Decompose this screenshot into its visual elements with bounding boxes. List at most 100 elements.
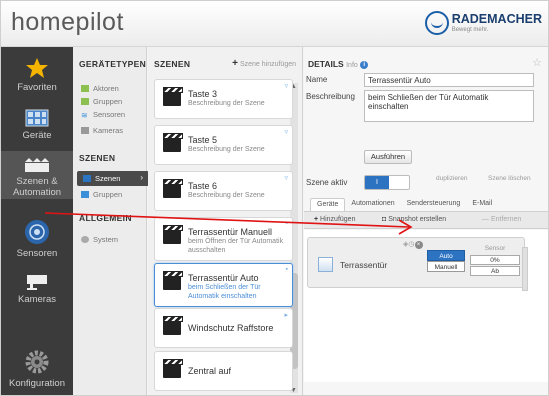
group-scene-icon	[81, 191, 89, 198]
duplicate-scene-link[interactable]: duplizieren	[436, 175, 467, 182]
sidebar-item-label: Kameras	[17, 294, 56, 305]
chevron-right-icon: ›	[140, 173, 143, 182]
tab-sendersteuerung[interactable]: Sendersteuerung	[401, 198, 467, 211]
sidebar-item-favoriten[interactable]: Favoriten	[1, 57, 73, 93]
category-item-aktoren[interactable]: Aktoren	[81, 84, 119, 93]
brand-name: RADEMACHER	[451, 11, 542, 26]
plus-icon: +	[232, 58, 238, 69]
category-item-szenen-gruppen[interactable]: Gruppen	[81, 190, 122, 199]
info-icon[interactable]: i	[360, 60, 369, 69]
camera-icon	[27, 275, 47, 290]
lock-icon: ▪	[285, 220, 288, 227]
clock-icon[interactable]: ◷	[408, 241, 414, 248]
scene-card-zentral-auf[interactable]: Zentral auf	[154, 351, 293, 391]
rademacher-logo-icon	[424, 11, 449, 35]
lock-icon: ▪	[285, 266, 288, 273]
star-icon	[26, 58, 48, 78]
device-card-terrassentuer[interactable]: Terrassentür ◈◷ × Auto Manuell Sensor 0% …	[307, 237, 528, 291]
remove-device-button[interactable]: — Entfernen	[482, 216, 521, 223]
device-name: Terrassentür	[340, 260, 388, 270]
sidebar-item-kameras[interactable]: Kameras	[1, 273, 73, 305]
sidebar-item-sensoren[interactable]: Sensoren	[1, 219, 73, 259]
sensor-label: Sensor	[484, 245, 506, 252]
category-heading-scenes: SZENEN	[79, 153, 116, 163]
snapshot-button[interactable]: ◘ Snapshot erstellen	[382, 216, 446, 223]
toggle-on-indicator: I	[365, 176, 389, 189]
scene-title: Terrassentür Manuell	[188, 227, 273, 237]
details-panel: DETAILS Info i ☆ Name Beschreibung beim …	[304, 47, 548, 395]
sidebar-item-konfiguration[interactable]: Konfiguration	[1, 349, 73, 389]
scene-active-toggle[interactable]: I	[364, 175, 410, 190]
camera-small-icon: ◘	[382, 216, 387, 223]
category-item-szenen[interactable]: Szenen ›	[77, 171, 149, 186]
flag-icon: ▿	[284, 129, 288, 136]
sensor-icon	[25, 220, 49, 244]
scene-card-taste-6[interactable]: Taste 6 Beschreibung der Szene ▿	[154, 171, 293, 211]
sidebar-item-label: Sensoren	[16, 248, 58, 259]
device-scrollbar[interactable]	[522, 247, 528, 291]
scene-title: Zentral auf	[188, 366, 232, 376]
header-bar: homepilot RADEMACHER Bewegt mehr.	[1, 1, 548, 47]
devices-icon	[25, 109, 49, 127]
category-heading-general: ALLGEMEIN	[79, 213, 132, 223]
tab-automationen[interactable]: Automationen	[345, 198, 400, 211]
close-icon[interactable]: ×	[414, 241, 423, 249]
scene-card-taste-3[interactable]: Taste 3 Beschreibung der Szene ▿	[154, 79, 293, 119]
category-heading-types: GERÄTETYPEN	[79, 59, 147, 69]
description-field[interactable]: beim Schließen der Tür Automatik einscha…	[364, 90, 534, 122]
favorite-star-icon[interactable]: ☆	[532, 56, 542, 69]
clapperboard-icon	[163, 271, 183, 290]
plus-icon: +	[314, 216, 319, 223]
mode-buttons: Auto Manuell	[427, 250, 465, 272]
category-panel: GERÄTETYPEN Aktoren Gruppen ≋ Sensoren K…	[73, 47, 149, 395]
sidebar-item-label: Favoriten	[17, 82, 57, 93]
add-scene-button[interactable]: + Szene hinzufügen	[232, 58, 296, 69]
system-gear-icon	[81, 236, 89, 243]
flag-icon: ▸	[284, 312, 288, 319]
scene-card-terrassentuer-manuell[interactable]: Terrassentür Manuell beim Öffnen der Tür…	[154, 217, 293, 261]
sidebar-item-szenen[interactable]: Szenen & Automation	[1, 151, 73, 199]
category-item-gruppen[interactable]: Gruppen	[81, 97, 122, 106]
sensor-open-button[interactable]: 0%	[470, 255, 520, 265]
details-tabs: Geräte Automationen Sendersteuerung E-Ma…	[310, 198, 498, 212]
sensor-down-button[interactable]: Ab	[470, 266, 520, 276]
tab-email[interactable]: E-Mail	[466, 198, 498, 211]
run-scene-button[interactable]: Ausführen	[364, 150, 412, 164]
brand-logo: RADEMACHER Bewegt mehr.	[424, 10, 542, 36]
auto-mode-button[interactable]: Auto	[427, 250, 465, 261]
scene-card-windschutz-raffstore[interactable]: Windschutz Raffstore ▸	[154, 308, 293, 348]
scene-title: Taste 3	[188, 89, 218, 99]
scene-description: Beschreibung der Szene	[188, 146, 265, 153]
scene-card-terrassentuer-auto[interactable]: Terrassentür Auto beim Schließen der Tür…	[154, 263, 293, 307]
main-sidebar: Favoriten Geräte Szenen & Automation Sen…	[1, 47, 73, 395]
sidebar-item-label: Konfiguration	[9, 378, 65, 389]
category-item-system[interactable]: System	[81, 235, 118, 244]
delete-scene-link[interactable]: Szene löschen	[488, 175, 531, 182]
details-heading: DETAILS Info i	[308, 59, 369, 69]
sidebar-item-label: Geräte	[22, 130, 52, 141]
door-icon	[318, 257, 333, 272]
scene-title: Terrassentür Auto	[188, 273, 259, 283]
app-logo: homepilot	[11, 8, 124, 36]
manual-mode-button[interactable]: Manuell	[427, 261, 465, 272]
flag-icon: ▿	[284, 83, 288, 90]
clapperboard-icon	[163, 87, 183, 106]
tab-geraete[interactable]: Geräte	[310, 198, 346, 211]
sensor-controls: Sensor 0% Ab	[470, 245, 520, 281]
scene-title: Taste 5	[188, 135, 218, 145]
device-toolbar: + Hinzufügen ◘ Snapshot erstellen — Entf…	[304, 212, 548, 229]
scene-description: beim Schließen der Tür Automatik einscha…	[188, 284, 261, 300]
app-window: homepilot RADEMACHER Bewegt mehr. Favori…	[0, 0, 549, 396]
sidebar-item-geraete[interactable]: Geräte	[1, 109, 73, 141]
scene-card-taste-5[interactable]: Taste 5 Beschreibung der Szene ▿	[154, 125, 293, 165]
clapperboard-icon	[163, 225, 183, 244]
actor-icon	[81, 85, 89, 92]
category-item-kameras[interactable]: Kameras	[81, 126, 123, 135]
scene-description: Beschreibung der Szene	[188, 192, 265, 199]
name-field[interactable]	[364, 73, 534, 87]
add-device-button[interactable]: + Hinzufügen	[314, 216, 355, 223]
clapperboard-icon	[163, 359, 183, 378]
category-item-sensoren[interactable]: ≋ Sensoren	[81, 110, 125, 120]
gear-icon	[25, 350, 49, 374]
scene-active-label: Szene aktiv	[306, 178, 348, 187]
